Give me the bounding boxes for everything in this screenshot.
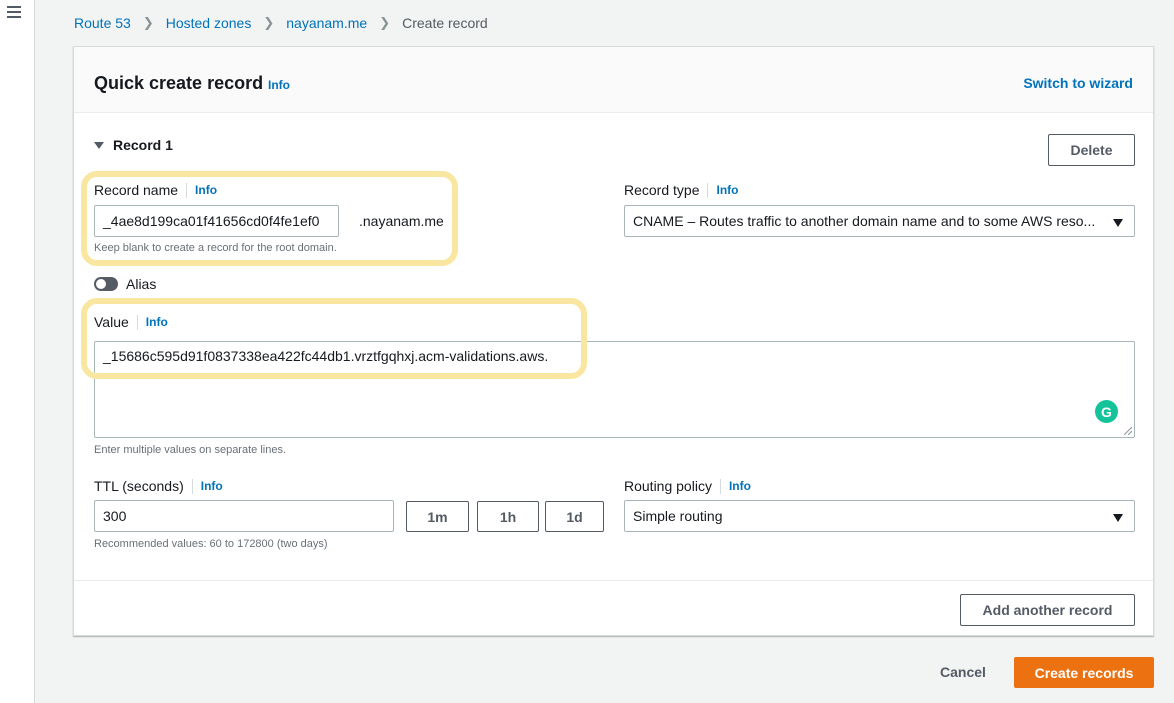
delete-button[interactable]: Delete — [1048, 134, 1135, 166]
page-title: Quick create record — [94, 73, 264, 93]
chevron-right-icon: ❯ — [263, 15, 275, 30]
record-type-label: Record type — [624, 182, 700, 198]
dropdown-arrow-icon — [1113, 219, 1123, 227]
dropdown-arrow-icon — [1113, 514, 1123, 522]
routing-policy-label: Routing policy — [624, 478, 712, 494]
record-type-value: CNAME – Routes traffic to another domain… — [633, 213, 1096, 229]
panel-divider — [74, 580, 1153, 581]
record-1-label: Record 1 — [113, 137, 173, 153]
record-name-input[interactable]: _4ae8d199ca01f41656cd0f4fe1ef0 — [94, 205, 339, 237]
ttl-input[interactable]: 300 — [94, 500, 394, 532]
chevron-right-icon: ❯ — [142, 15, 154, 30]
ttl-1m-button[interactable]: 1m — [406, 501, 469, 532]
grammarly-icon[interactable]: G — [1095, 400, 1118, 423]
value-info-link[interactable]: Info — [146, 315, 168, 329]
record-name-label-group: Record name Info — [94, 182, 217, 198]
breadcrumb-route53[interactable]: Route 53 — [74, 15, 131, 31]
breadcrumb-hosted-zones[interactable]: Hosted zones — [166, 15, 252, 31]
resize-handle-icon[interactable] — [1124, 427, 1132, 435]
title-info-link[interactable]: Info — [268, 78, 290, 92]
record-type-label-group: Record type Info — [624, 182, 738, 198]
value-textarea[interactable]: _15686c595d91f0837338ea422fc44db1.vrztfg… — [94, 341, 1135, 438]
routing-policy-info-link[interactable]: Info — [729, 479, 751, 493]
switch-to-wizard-link[interactable]: Switch to wizard — [1023, 75, 1133, 91]
add-another-record-button[interactable]: Add another record — [960, 594, 1135, 626]
breadcrumb-zone[interactable]: nayanam.me — [286, 15, 367, 31]
ttl-hint: Recommended values: 60 to 172800 (two da… — [94, 538, 328, 550]
hamburger-menu-icon[interactable] — [7, 6, 21, 18]
value-label: Value — [94, 314, 129, 330]
alias-toggle[interactable] — [94, 277, 118, 291]
panel-header: Quick create record Info Switch to wizar… — [74, 47, 1153, 113]
ttl-label: TTL (seconds) — [94, 478, 184, 494]
breadcrumb: Route 53 ❯ Hosted zones ❯ nayanam.me ❯ C… — [74, 15, 488, 31]
ttl-1h-button[interactable]: 1h — [477, 501, 539, 532]
ttl-label-group: TTL (seconds) Info — [94, 478, 223, 494]
record-1-expander[interactable]: Record 1 — [94, 137, 173, 153]
chevron-right-icon: ❯ — [379, 15, 391, 30]
ttl-1d-button[interactable]: 1d — [545, 501, 604, 532]
record-type-info-link[interactable]: Info — [716, 183, 738, 197]
record-name-hint: Keep blank to create a record for the ro… — [94, 242, 337, 254]
record-name-label: Record name — [94, 182, 179, 198]
routing-policy-label-group: Routing policy Info — [624, 478, 751, 494]
breadcrumb-current: Create record — [402, 15, 488, 31]
routing-policy-value: Simple routing — [633, 508, 723, 524]
value-label-group: Value Info — [94, 314, 168, 330]
alias-label: Alias — [126, 276, 157, 292]
cancel-button[interactable]: Cancel — [940, 664, 986, 680]
create-records-button[interactable]: Create records — [1014, 657, 1154, 688]
ttl-info-link[interactable]: Info — [201, 479, 223, 493]
domain-suffix: .nayanam.me — [359, 213, 444, 229]
left-navigation-rail — [0, 0, 35, 703]
record-name-info-link[interactable]: Info — [195, 183, 217, 197]
value-hint: Enter multiple values on separate lines. — [94, 444, 286, 456]
caret-down-icon — [94, 141, 104, 149]
record-type-select[interactable]: CNAME – Routes traffic to another domain… — [624, 205, 1135, 237]
value-text: _15686c595d91f0837338ea422fc44db1.vrztfg… — [103, 348, 549, 364]
quick-create-panel: Quick create record Info Switch to wizar… — [73, 46, 1154, 636]
routing-policy-select[interactable]: Simple routing — [624, 500, 1135, 532]
